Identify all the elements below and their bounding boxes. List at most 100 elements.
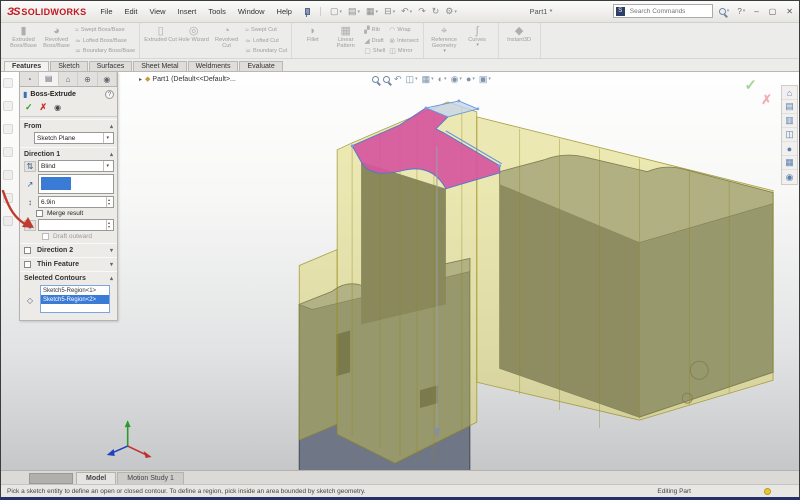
search-input[interactable] [628,7,704,16]
lofted-cut-button[interactable]: ≃Lofted Cut [245,35,287,46]
confirm-cancel-button[interactable]: ✗ [761,92,772,108]
tab-surfaces[interactable]: Surfaces [89,61,133,71]
options-button[interactable]: ⚙▾ [442,7,460,16]
restore-button[interactable]: ▢ [766,7,780,16]
depth-input[interactable]: 6.9in ▴▾ [38,196,114,208]
selected-contours-list[interactable]: Sketch5-Region<1>Sketch5-Region<2> [40,285,110,313]
direction-reference-box[interactable] [38,174,114,194]
edit-appearance-button[interactable]: ●▾ [465,74,476,84]
open-button[interactable]: ▤▾ [345,7,363,16]
end-condition-dropdown[interactable]: Blind ▾ [38,160,114,172]
tab-sketch[interactable]: Sketch [50,61,87,71]
pin-menu-icon[interactable] [302,8,310,16]
view-orientation-button[interactable]: ▦▾ [421,74,435,84]
rib-button[interactable]: ▞Rib [364,25,385,36]
thin-feature-checkbox[interactable] [24,261,31,268]
panel-tab-dimxpertmanager[interactable]: ⊕ [78,72,97,86]
spin-down-icon[interactable]: ▾ [108,225,110,229]
curves-button[interactable]: ∫Curves▾ [461,24,494,57]
save-button[interactable]: ▦▾ [363,7,381,16]
flyout-feature-tree[interactable]: ▸ ◆ Part1 (Default<<Default>... [139,75,236,83]
group-thin-feature[interactable]: Thin Feature ▾ [20,257,117,269]
hole-wizard-button[interactable]: ◎Hole Wizard [177,24,210,57]
model-viewport[interactable] [1,72,799,470]
menu-insert[interactable]: Insert [172,5,203,18]
help-button[interactable]: ?▾ [735,7,747,16]
chevron-down-icon[interactable]: ▾ [103,161,111,171]
extruded-cut-button[interactable]: ▯Extruded Cut [144,24,177,57]
panel-tab-configurationmanager[interactable]: ⌂ [59,72,78,86]
group-selected-contours[interactable]: Selected Contours ▴ [20,271,117,283]
search-scope-icon[interactable]: S [616,7,625,16]
menu-window[interactable]: Window [232,5,271,18]
section-view-button[interactable]: ◫▾ [405,74,419,84]
reverse-direction-button[interactable]: ⇅ [24,161,36,172]
draft-icon[interactable]: ◆ [24,220,36,231]
hide-show-items-button[interactable]: ◉▾ [450,74,463,84]
from-dropdown[interactable]: Sketch Plane ▾ [34,132,114,144]
tab-sheet-metal[interactable]: Sheet Metal [133,61,186,71]
tab-weldments[interactable]: Weldments [188,61,239,71]
appearances-scenes-button[interactable]: ● [782,142,797,156]
boundary-boss-base-button[interactable]: ≍Boundary Boss/Base [75,46,135,57]
search-commands-box[interactable]: S [613,4,713,18]
wrap-button[interactable]: ◠Wrap [389,25,418,36]
contour-list-item[interactable]: Sketch5-Region<1> [41,286,109,295]
view-palette-button[interactable]: ◫ [782,128,797,142]
draft-angle-input[interactable]: ▴▾ [38,219,114,231]
menu-view[interactable]: View [143,5,171,18]
swept-boss-base-button[interactable]: ≈Swept Boss/Base [75,25,135,36]
draft-button[interactable]: ◢Draft [364,35,385,46]
zoom-area-button[interactable] [382,76,391,83]
boundary-cut-button[interactable]: ≍Boundary Cut [245,46,287,57]
chevron-down-icon[interactable]: ▾ [393,9,396,15]
zoom-fit-button[interactable] [371,76,380,83]
mirror-button[interactable]: ◫Mirror [389,46,418,57]
chevron-down-icon[interactable]: ▾ [103,133,111,143]
tab-splitter-handle[interactable] [29,473,73,484]
search-button[interactable]: ▾ [717,8,732,15]
ok-button[interactable]: ✓ [25,102,33,113]
cancel-button[interactable]: ✗ [40,102,48,113]
swept-cut-button[interactable]: ≈Swept Cut [245,25,287,36]
group-from[interactable]: From ▴ [20,119,117,131]
draft-spinner[interactable]: ▴▾ [106,220,111,230]
confirm-ok-button[interactable]: ✓ [744,76,757,94]
panel-tab-featuremanager[interactable]: ▤ [39,72,58,86]
draft-outward-checkbox[interactable] [42,233,49,240]
tab-model[interactable]: Model [76,472,116,484]
menu-tools[interactable]: Tools [202,5,232,18]
chevron-down-icon[interactable]: ▾ [358,9,361,15]
chevron-down-icon[interactable]: ▾ [454,9,457,15]
direction2-checkbox[interactable] [24,247,31,254]
merge-result-checkbox[interactable] [36,210,43,217]
solidworks-resources-button[interactable]: ⌂ [782,86,797,100]
previous-view-button[interactable]: ↶ [393,74,403,84]
extruded-boss-base-button[interactable]: ▮Extruded Boss/Base [7,24,40,57]
linear-pattern-button[interactable]: ▦Linear Pattern [329,24,362,57]
intersect-button[interactable]: ⊗Intersect [389,35,418,46]
menu-help[interactable]: Help [271,5,298,18]
menu-file[interactable]: File [94,5,118,18]
tab-features[interactable]: Features [4,61,49,71]
tree-expand-icon[interactable]: ▸ [139,76,142,83]
display-style-button[interactable]: ◐▾ [437,74,448,84]
contour-list-item[interactable]: Sketch5-Region<2> [41,295,109,304]
chevron-down-icon[interactable]: ▾ [376,9,379,15]
revolved-cut-button[interactable]: ◔Revolved Cut [210,24,243,57]
chevron-down-icon[interactable]: ▾ [410,9,413,15]
rebuild-button[interactable]: ↻ [429,7,443,16]
instant3d-button[interactable]: ◆Instant3D [503,24,536,57]
lofted-boss-base-button[interactable]: ≃Lofted Boss/Base [75,35,135,46]
shell-button[interactable]: ▢Shell [364,46,385,57]
view-settings-button[interactable]: ▣▾ [478,74,492,84]
menu-edit[interactable]: Edit [119,5,144,18]
redo-button[interactable]: ↷ [415,7,429,16]
reference-geometry-button[interactable]: ⌖Reference Geometry▾ [428,24,461,57]
panel-help-icon[interactable]: ? [105,90,114,99]
custom-properties-button[interactable]: ▦ [782,156,797,170]
print-button[interactable]: ⊟▾ [381,7,398,16]
undo-button[interactable]: ↶▾ [398,7,415,16]
file-explorer-button[interactable]: ▥ [782,114,797,128]
group-direction1[interactable]: Direction 1 ▴ [20,147,117,159]
